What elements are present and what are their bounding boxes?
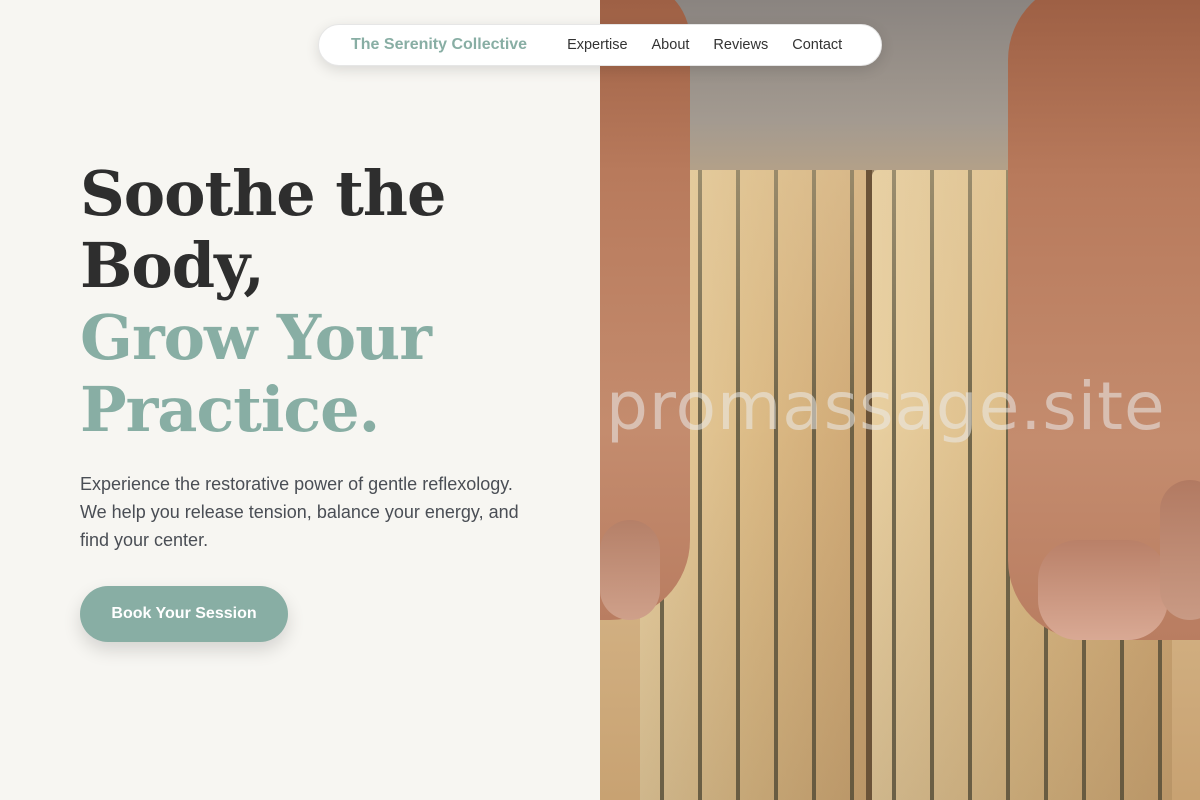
headline-line-1: Soothe the: [80, 157, 446, 230]
hero-left-panel: Soothe the Body, Grow Your Practice. Exp…: [0, 0, 600, 800]
nav-links: Expertise About Reviews Contact: [567, 37, 842, 53]
headline-line-4: Practice.: [80, 373, 380, 446]
nav-link-expertise[interactable]: Expertise: [567, 37, 627, 53]
nav-link-about[interactable]: About: [652, 37, 690, 53]
hero-lead-text: Experience the restorative power of gent…: [80, 474, 519, 550]
watermark-text: promassage.site: [606, 368, 1166, 445]
top-nav: The Serenity Collective Expertise About …: [318, 24, 882, 66]
nav-link-reviews[interactable]: Reviews: [713, 37, 768, 53]
brand-logo[interactable]: The Serenity Collective: [351, 36, 527, 54]
hero-image: promassage.site: [600, 0, 1200, 800]
hero-headline: Soothe the Body, Grow Your Practice.: [80, 157, 446, 446]
nav-link-contact[interactable]: Contact: [792, 37, 842, 53]
headline-line-2: Body,: [80, 229, 265, 302]
headline-line-3: Grow Your: [80, 301, 432, 374]
book-session-button[interactable]: Book Your Session: [80, 586, 288, 642]
